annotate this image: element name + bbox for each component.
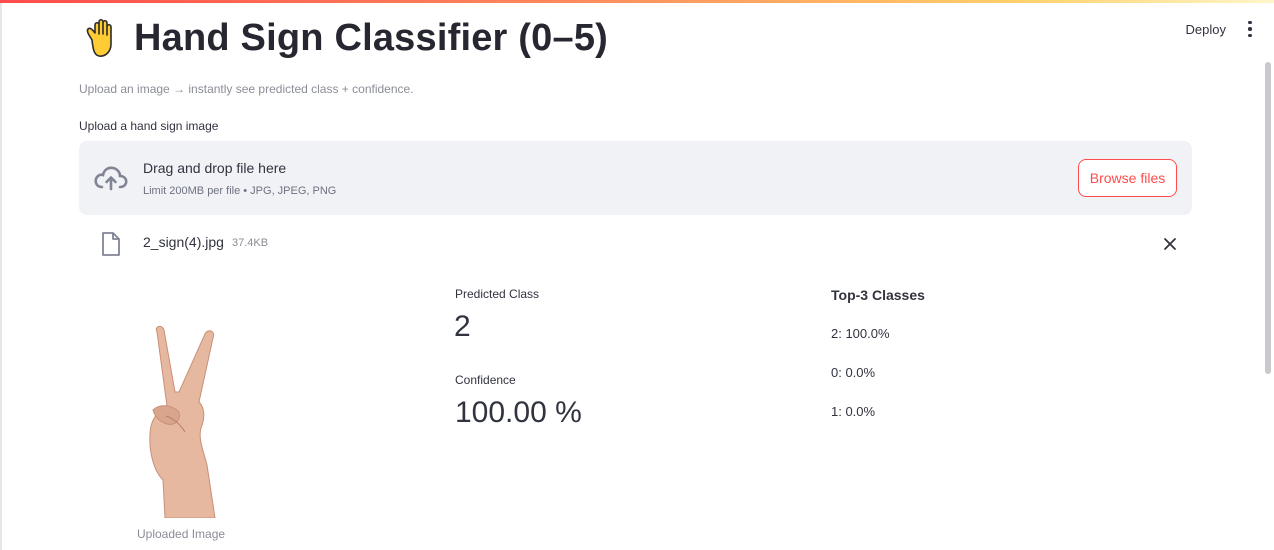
file-name: 2_sign(4).jpg	[143, 234, 224, 250]
file-dropzone[interactable]: Drag and drop file here Limit 200MB per …	[79, 141, 1192, 215]
header-toolbar: Deploy	[1186, 19, 1256, 39]
file-icon	[102, 232, 120, 256]
confidence-label: Confidence	[455, 373, 516, 387]
page-subtitle: Upload an image → instantly see predicte…	[79, 82, 414, 96]
page-title: Hand Sign Classifier (0–5)	[80, 16, 608, 60]
raised-hand-icon	[86, 18, 112, 57]
file-size: 37.4KB	[232, 237, 269, 249]
confidence-value: 100.00 %	[455, 396, 582, 429]
top3-item: 0: 0.0%	[831, 365, 876, 380]
deploy-button[interactable]: Deploy	[1186, 22, 1226, 37]
top3-item: 2: 100.0%	[831, 326, 890, 341]
page-title-text: Hand Sign Classifier (0–5)	[134, 16, 609, 59]
browse-files-button[interactable]: Browse files	[1078, 159, 1177, 197]
close-icon[interactable]	[1162, 236, 1178, 252]
dropzone-limits: Limit 200MB per file • JPG, JPEG, PNG	[143, 185, 337, 197]
uploader-label: Upload a hand sign image	[79, 119, 219, 133]
uploaded-hand-image	[135, 320, 230, 518]
more-vertical-icon[interactable]	[1244, 19, 1256, 39]
cloud-upload-icon	[94, 166, 128, 191]
dropzone-title: Drag and drop file here	[143, 160, 287, 176]
window-edge	[0, 3, 2, 550]
image-caption: Uploaded Image	[137, 527, 226, 541]
predicted-class-label: Predicted Class	[455, 287, 540, 301]
predicted-class-value: 2	[454, 310, 471, 343]
top3-item: 1: 0.0%	[831, 404, 876, 419]
uploaded-file-row: 2_sign(4).jpg 37.4KB	[79, 226, 1192, 262]
scrollbar-thumb[interactable]	[1265, 62, 1271, 374]
top3-heading: Top-3 Classes	[831, 287, 925, 303]
header-decoration-bar	[0, 0, 1274, 3]
